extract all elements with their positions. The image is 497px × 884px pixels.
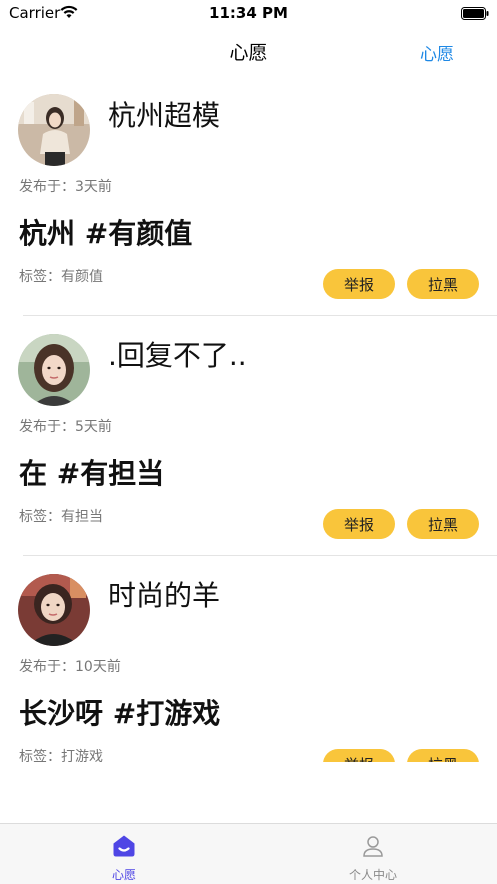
posted-label: 发布于： [19, 179, 75, 195]
tab-wish[interactable]: 心愿 [0, 824, 248, 884]
status-time: 11:34 PM [209, 4, 288, 22]
battery-icon [461, 5, 489, 24]
tag-label: 标签： [19, 509, 61, 525]
avatar[interactable] [18, 574, 90, 646]
tab-label: 心愿 [111, 868, 136, 882]
avatar[interactable] [18, 334, 90, 406]
posted-value: 3天前 [75, 179, 112, 195]
posted-label: 发布于： [19, 419, 75, 435]
posted-label: 发布于： [19, 659, 75, 675]
posted-time: 发布于：5天前 [19, 416, 112, 436]
tag-value: 有颜值 [61, 269, 103, 285]
block-button[interactable]: 拉黑 [407, 509, 479, 539]
block-button[interactable]: 拉黑 [407, 269, 479, 299]
navigation-bar: 心愿 心愿 [0, 26, 497, 76]
post-tag: 标签：有担当 [19, 506, 103, 526]
posted-time: 发布于：3天前 [19, 176, 112, 196]
post-title: 在 #有担当 [19, 457, 165, 490]
status-bar: Carrier 11:34 PM [0, 0, 497, 26]
posted-value: 5天前 [75, 419, 112, 435]
report-button[interactable]: 举报 [323, 269, 395, 299]
tab-label: 个人中心 [348, 868, 397, 882]
user-icon [361, 834, 385, 862]
nav-right-button[interactable]: 心愿 [420, 40, 454, 65]
post-title: 长沙呀 #打游戏 [19, 697, 221, 730]
post-card[interactable]: 时尚的羊 发布于：10天前 长沙呀 #打游戏 标签：打游戏 举报 拉黑 [0, 556, 497, 762]
tag-value: 打游戏 [61, 749, 103, 762]
tag-value: 有担当 [61, 509, 103, 525]
posted-time: 发布于：10天前 [19, 656, 121, 676]
posted-value: 10天前 [75, 659, 121, 675]
report-button[interactable]: 举报 [323, 509, 395, 539]
report-button[interactable]: 举报 [323, 749, 395, 762]
username: 杭州超模 [108, 99, 221, 132]
tag-label: 标签： [19, 749, 61, 762]
username: 时尚的羊 [108, 579, 221, 612]
post-feed[interactable]: 杭州超模 发布于：3天前 杭州 #有颜值 标签：有颜值 举报 拉黑 .回复不了.… [0, 76, 497, 762]
post-tag: 标签：打游戏 [19, 746, 103, 762]
post-title: 杭州 #有颜值 [19, 217, 193, 250]
username: .回复不了.. [108, 339, 247, 372]
tag-label: 标签： [19, 269, 61, 285]
home-icon [112, 834, 136, 862]
avatar[interactable] [18, 94, 90, 166]
block-button[interactable]: 拉黑 [407, 749, 479, 762]
post-card[interactable]: .回复不了.. 发布于：5天前 在 #有担当 标签：有担当 举报 拉黑 [0, 316, 497, 556]
tab-bar: 心愿 个人中心 [0, 823, 497, 884]
tab-profile[interactable]: 个人中心 [249, 824, 497, 884]
post-tag: 标签：有颜值 [19, 266, 103, 286]
post-card[interactable]: 杭州超模 发布于：3天前 杭州 #有颜值 标签：有颜值 举报 拉黑 [0, 76, 497, 316]
